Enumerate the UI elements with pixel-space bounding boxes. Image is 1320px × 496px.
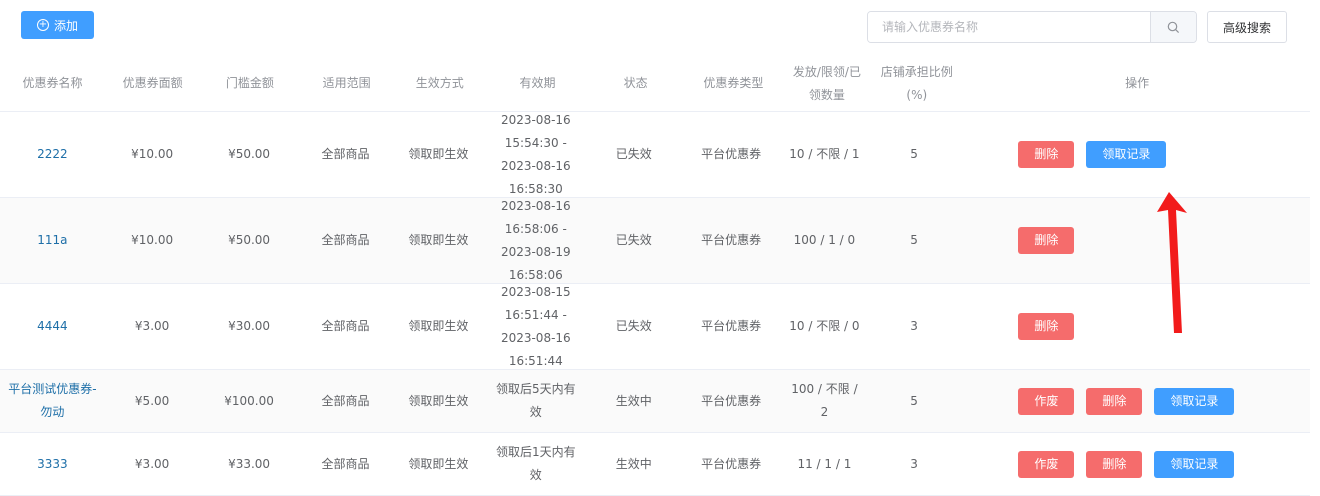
cell-status: 已失效 [615, 147, 652, 161]
coupon-name-link[interactable]: 3333 [0, 433, 105, 495]
plus-circle-icon: + [36, 19, 49, 31]
cell-qty: 11 / 1 / 1 [797, 456, 852, 471]
coupon-name-link[interactable]: 111a [0, 198, 105, 283]
cell-status: 生效中 [615, 456, 652, 471]
cell-ratio: 3 [910, 456, 918, 471]
search-button[interactable] [1150, 12, 1196, 42]
search-box [867, 11, 1197, 43]
column-header: 门槛金额 [225, 76, 274, 90]
cell-validity: 领取后5天内有效 [495, 382, 576, 419]
coupon-name-link[interactable]: 4444 [0, 284, 105, 369]
cell-status: 已失效 [615, 233, 652, 247]
cell-effect: 领取即生效 [408, 233, 469, 247]
advanced-search-button[interactable]: 高级搜索 [1207, 11, 1287, 43]
cell-threshold: ¥30.00 [228, 319, 271, 333]
cell-validity: 2023-08-16 15:54:30 - 2023-08-16 16:58:3… [500, 112, 571, 196]
search-input[interactable] [868, 12, 1150, 42]
actions-cell: 删除 [961, 198, 1310, 283]
delete-button[interactable]: 删除 [1018, 227, 1075, 254]
cell-validity: 领取后1天内有效 [495, 445, 576, 482]
cell-type: 平台优惠券 [701, 233, 762, 247]
column-header: 优惠券面额 [122, 76, 183, 90]
claim-records-button[interactable]: 领取记录 [1154, 450, 1235, 478]
cell-effect: 领取即生效 [408, 393, 469, 408]
cell-qty: 10 / 不限 / 0 [789, 319, 860, 333]
cell-threshold: ¥100.00 [224, 393, 274, 408]
cell-effect: 领取即生效 [408, 456, 469, 471]
column-header: 优惠券类型 [703, 76, 764, 90]
cell-face: ¥5.00 [134, 393, 170, 408]
cell-qty: 100 / 不限 / 2 [791, 382, 858, 419]
cell-scope: 全部商品 [321, 456, 370, 471]
cell-type: 平台优惠券 [701, 147, 762, 161]
column-header: 发放/限领/已领数量 [792, 64, 861, 102]
cell-face: ¥3.00 [134, 456, 170, 471]
table-row: 2222 ¥10.00 ¥50.00 全部商品 领取即生效 2023-08-16 15:5… [0, 112, 1310, 198]
table-row: 3333 ¥3.00 ¥33.00 全部商品 领取即生效 领取后1天内有效 生效中 平台优惠券… [0, 433, 1310, 496]
cell-threshold: ¥50.00 [228, 147, 271, 161]
add-button[interactable]: + 添加 [21, 11, 94, 39]
cell-ratio: 5 [910, 147, 918, 161]
claim-records-button[interactable]: 领取记录 [1086, 141, 1167, 168]
cell-validity: 2023-08-15 16:51:44 - 2023-08-16 16:51:4… [500, 284, 571, 368]
column-header: 操作 [1125, 76, 1150, 90]
cell-face: ¥10.00 [131, 147, 174, 161]
actions-cell: 作废 删除 领取记录 [961, 433, 1310, 495]
delete-button[interactable]: 删除 [1018, 313, 1075, 340]
column-header: 优惠券名称 [22, 76, 83, 90]
cell-status: 已失效 [615, 319, 652, 333]
cell-threshold: ¥33.00 [228, 456, 271, 471]
delete-button[interactable]: 删除 [1086, 387, 1143, 415]
cell-ratio: 5 [910, 233, 918, 247]
cell-scope: 全部商品 [321, 393, 370, 408]
cell-scope: 全部商品 [321, 147, 370, 161]
table-row: 平台测试优惠券-勿动 ¥5.00 ¥100.00 全部商品 领取即生效 领取后5天内有效 生… [0, 370, 1310, 433]
column-header: 店铺承担比例(%) [880, 64, 953, 102]
cell-ratio: 3 [910, 319, 918, 333]
void-button[interactable]: 作废 [1018, 387, 1075, 415]
cell-threshold: ¥50.00 [228, 233, 271, 247]
cell-type: 平台优惠券 [701, 456, 762, 471]
cell-status: 生效中 [615, 393, 652, 408]
table-header: 优惠券名称 优惠券面额 门槛金额 适用范围 生效方式 有效期 状态 优惠券类型 … [0, 56, 1310, 112]
delete-button[interactable]: 删除 [1018, 141, 1075, 168]
cell-effect: 领取即生效 [408, 147, 469, 161]
table-row: 111a ¥10.00 ¥50.00 全部商品 领取即生效 2023-08-16 16:5… [0, 198, 1310, 284]
cell-effect: 领取即生效 [408, 319, 469, 333]
actions-cell: 作废 删除 领取记录 [961, 370, 1310, 432]
column-header: 适用范围 [322, 76, 371, 90]
cell-qty: 10 / 不限 / 1 [789, 147, 860, 161]
search-icon [1167, 21, 1180, 33]
actions-cell: 删除 [961, 284, 1310, 369]
cell-scope: 全部商品 [321, 319, 370, 333]
add-button-label: 添加 [53, 18, 78, 33]
coupon-table: 优惠券名称 优惠券面额 门槛金额 适用范围 生效方式 有效期 状态 优惠券类型 … [0, 56, 1310, 496]
coupon-name-link[interactable]: 平台测试优惠券-勿动 [0, 370, 105, 432]
delete-button[interactable]: 删除 [1086, 450, 1143, 478]
column-header: 有效期 [519, 76, 556, 90]
cell-type: 平台优惠券 [701, 319, 762, 333]
actions-cell: 删除 领取记录 [961, 112, 1310, 197]
cell-face: ¥10.00 [131, 233, 174, 247]
cell-qty: 100 / 1 / 0 [793, 233, 856, 247]
column-header: 生效方式 [415, 76, 464, 90]
cell-face: ¥3.00 [134, 319, 170, 333]
claim-records-button[interactable]: 领取记录 [1154, 387, 1235, 415]
cell-type: 平台优惠券 [701, 393, 762, 408]
coupon-name-link[interactable]: 2222 [0, 112, 105, 197]
cell-ratio: 5 [910, 393, 918, 408]
cell-scope: 全部商品 [321, 233, 370, 247]
table-row: 4444 ¥3.00 ¥30.00 全部商品 领取即生效 2023-08-15 16:51… [0, 284, 1310, 370]
toolbar: + 添加 高级搜索 [0, 0, 1320, 56]
column-header: 状态 [623, 76, 648, 90]
cell-validity: 2023-08-16 16:58:06 - 2023-08-19 16:58:0… [500, 198, 571, 282]
void-button[interactable]: 作废 [1018, 450, 1075, 478]
